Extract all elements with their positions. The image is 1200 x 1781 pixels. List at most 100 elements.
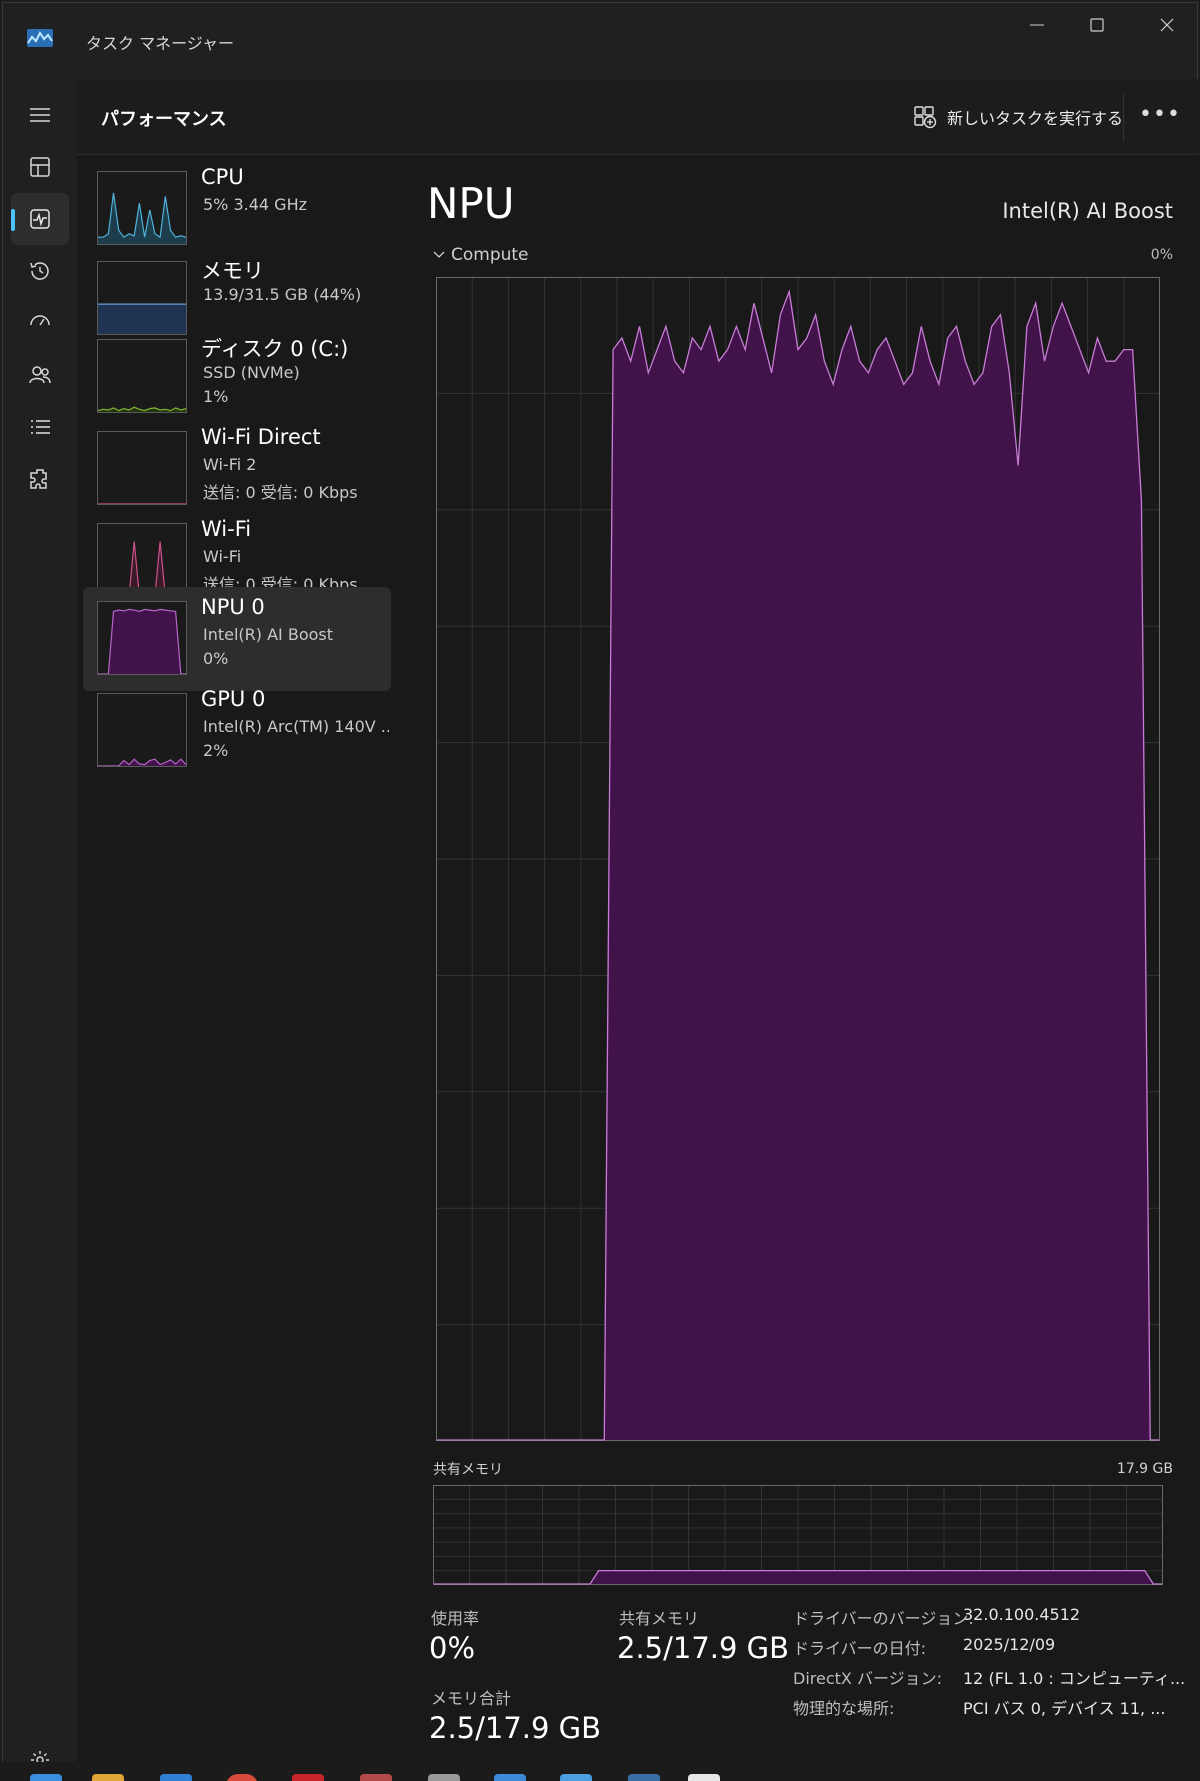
shared-memory-chart-label: 共有メモリ bbox=[433, 1462, 503, 1478]
device-name: ディスク 0 (C:) bbox=[201, 337, 349, 361]
task-manager-taskbar-icon[interactable] bbox=[688, 1774, 720, 1781]
device-detail: SSD (NVMe) bbox=[203, 363, 300, 382]
physical-location-value: PCI バス 0, デバイス 11, ... bbox=[963, 1699, 1166, 1718]
shared-memory-value: 2.5/17.9 GB bbox=[617, 1631, 790, 1665]
device-detail: Intel(R) AI Boost bbox=[203, 625, 334, 644]
chrome-browser-icon[interactable] bbox=[226, 1774, 258, 1781]
device-detail: Wi-Fi bbox=[203, 547, 242, 566]
performance-icon bbox=[30, 209, 50, 229]
device-thumbnail-graph bbox=[97, 693, 187, 767]
physical-location-label: 物理的な場所: bbox=[793, 1699, 895, 1718]
page-title: パフォーマンス bbox=[101, 109, 227, 130]
edge-browser-icon[interactable] bbox=[160, 1774, 192, 1781]
users-icon bbox=[29, 366, 51, 384]
device-thumbnail-graph bbox=[97, 171, 187, 245]
app-icon[interactable] bbox=[428, 1774, 460, 1781]
memory-total-value: 2.5/17.9 GB bbox=[429, 1711, 602, 1745]
device-thumbnail-graph bbox=[97, 601, 187, 675]
device-name: NPU 0 bbox=[201, 595, 265, 619]
menu-icon bbox=[30, 108, 50, 122]
device-usage: 2% bbox=[203, 741, 229, 760]
device-usage: 0% bbox=[203, 649, 229, 668]
device-thumbnail-graph bbox=[97, 523, 187, 597]
details-icon bbox=[31, 420, 50, 434]
driver-version-value: 32.0.100.4512 bbox=[963, 1605, 1081, 1624]
nav-users[interactable] bbox=[11, 349, 69, 401]
compute-max-label: 0% bbox=[1150, 247, 1173, 263]
page-header: パフォーマンス 新しいタスクを実行する ••• bbox=[77, 79, 1199, 155]
maximize-icon bbox=[1090, 18, 1104, 32]
run-new-task-button[interactable]: 新しいタスクを実行する bbox=[903, 99, 1133, 135]
mail-icon[interactable] bbox=[494, 1774, 526, 1781]
close-button[interactable] bbox=[1137, 9, 1197, 41]
directx-version-value: 12 (FL 1.0 : コンピューティ... bbox=[963, 1669, 1186, 1688]
driver-date-value: 2025/12/09 bbox=[963, 1635, 1056, 1654]
chevron-down-icon bbox=[433, 251, 445, 258]
shared-memory-chart bbox=[433, 1485, 1163, 1585]
device-detail: Wi-Fi 2 bbox=[203, 455, 257, 474]
calendar-icon[interactable] bbox=[560, 1774, 592, 1781]
device-name: GPU 0 bbox=[201, 687, 266, 711]
app-history-icon bbox=[30, 262, 49, 280]
nav-startup[interactable] bbox=[11, 297, 69, 349]
startup-icon bbox=[30, 315, 50, 326]
task-manager-window: タスク マネージャー パフォーマンス 新しいタスクを実行する ••• CPU 5… bbox=[2, 2, 1199, 1769]
device-item[interactable]: Wi-Fi Direct Wi-Fi 2 送信: 0 受信: 0 Kbps bbox=[83, 417, 391, 521]
device-name: Wi-Fi Direct bbox=[201, 425, 321, 449]
file-explorer-icon[interactable] bbox=[92, 1774, 124, 1781]
device-thumbnail-graph bbox=[97, 339, 187, 413]
device-thumbnail-graph bbox=[97, 431, 187, 505]
app-icon[interactable] bbox=[628, 1774, 660, 1781]
device-usage: 1% bbox=[203, 387, 229, 406]
navigation-rail bbox=[3, 79, 77, 1769]
nav-services[interactable] bbox=[11, 453, 69, 505]
nav-processes[interactable] bbox=[11, 141, 69, 193]
acrobat-icon[interactable] bbox=[292, 1774, 324, 1781]
device-thumbnail-graph bbox=[97, 261, 187, 335]
memory-total-label: メモリ合計 bbox=[431, 1689, 512, 1708]
usage-value: 0% bbox=[429, 1631, 476, 1665]
device-item[interactable]: NPU 0 Intel(R) AI Boost 0% bbox=[83, 587, 391, 691]
window-title: タスク マネージャー bbox=[86, 34, 234, 53]
title-bar: タスク マネージャー bbox=[3, 3, 1197, 79]
directx-version-label: DirectX バージョン: bbox=[793, 1669, 943, 1688]
nav-details[interactable] bbox=[11, 401, 69, 453]
compute-utilization-chart bbox=[436, 277, 1160, 1441]
more-options-button[interactable]: ••• bbox=[1139, 101, 1181, 133]
thumbnail-area bbox=[98, 759, 186, 766]
compute-engine-selector[interactable]: Compute bbox=[433, 245, 529, 265]
start-button-icon[interactable] bbox=[30, 1774, 62, 1781]
device-name: CPU bbox=[201, 165, 244, 189]
shared-memory-chart-max: 17.9 GB bbox=[1116, 1461, 1173, 1477]
driver-date-label: ドライバーの日付: bbox=[793, 1639, 927, 1658]
driver-version-label: ドライバーのバージョン: bbox=[793, 1609, 974, 1628]
run-task-label: 新しいタスクを実行する bbox=[947, 109, 1124, 128]
taskbar bbox=[0, 1762, 1200, 1781]
device-item[interactable]: CPU 5% 3.44 GHz bbox=[83, 157, 391, 261]
nav-performance[interactable] bbox=[11, 193, 69, 245]
minimize-button[interactable] bbox=[1007, 9, 1067, 41]
processes-icon bbox=[30, 157, 50, 177]
device-detail: 5% 3.44 GHz bbox=[203, 195, 308, 214]
minimize-icon bbox=[1030, 24, 1044, 26]
run-task-icon bbox=[914, 106, 937, 129]
device-item[interactable]: GPU 0 Intel(R) Arc(TM) 140V ... 2% bbox=[83, 679, 391, 783]
usage-label: 使用率 bbox=[431, 1609, 480, 1628]
device-detail: 13.9/31.5 GB (44%) bbox=[203, 285, 362, 304]
close-icon bbox=[1160, 18, 1174, 32]
compute-label: Compute bbox=[451, 245, 529, 265]
task-manager-app-icon bbox=[27, 29, 53, 47]
app-icon[interactable] bbox=[360, 1774, 392, 1781]
header-divider bbox=[1123, 93, 1124, 141]
device-usage: 送信: 0 受信: 0 Kbps bbox=[203, 483, 358, 502]
device-name: Wi-Fi bbox=[201, 517, 252, 541]
device-model: Intel(R) AI Boost bbox=[1002, 199, 1173, 223]
device-title: NPU bbox=[427, 179, 515, 228]
nav-app-history[interactable] bbox=[11, 245, 69, 297]
device-item[interactable]: ディスク 0 (C:) SSD (NVMe) 1% bbox=[83, 325, 391, 429]
nav-menu-button[interactable] bbox=[11, 89, 69, 141]
services-icon bbox=[30, 469, 47, 489]
device-detail: Intel(R) Arc(TM) 140V ... bbox=[203, 717, 389, 736]
shared-memory-label: 共有メモリ bbox=[619, 1609, 700, 1628]
maximize-button[interactable] bbox=[1067, 9, 1127, 41]
